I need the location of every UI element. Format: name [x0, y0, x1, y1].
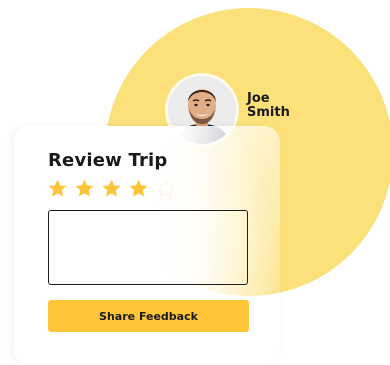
review-widget: Joe Smith Review Trip Share Feedback: [0, 0, 390, 365]
star-rating: [47, 178, 176, 199]
star-icon[interactable]: [155, 178, 176, 199]
star-icon[interactable]: [101, 178, 122, 199]
user-name: Joe Smith: [247, 91, 290, 120]
star-icon[interactable]: [47, 178, 68, 199]
share-feedback-button[interactable]: Share Feedback: [48, 300, 249, 332]
review-card: Review Trip Share Feedback: [14, 126, 280, 365]
review-comment-input[interactable]: [48, 210, 248, 285]
review-title: Review Trip: [48, 150, 168, 171]
star-icon[interactable]: [128, 178, 149, 199]
star-icon[interactable]: [74, 178, 95, 199]
